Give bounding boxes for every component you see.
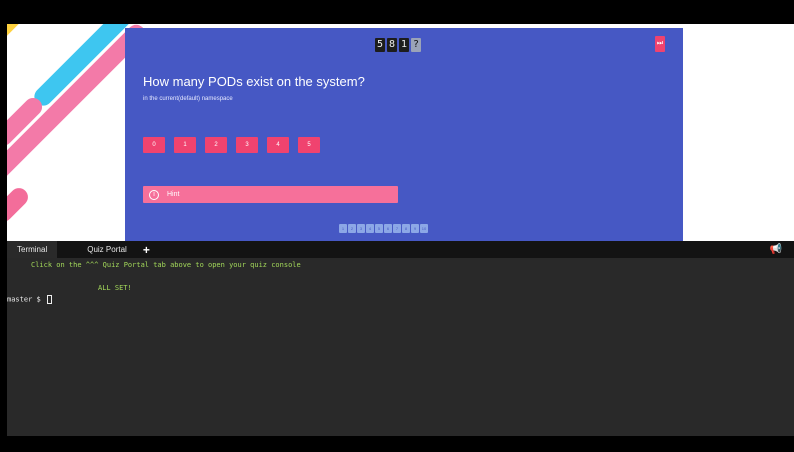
pager-item[interactable]: 10 [420, 224, 428, 233]
question-pager: 1 2 3 4 5 6 7 8 9 10 [339, 224, 428, 233]
hint-button[interactable]: i Hint [143, 186, 398, 203]
timer-digit: ? [411, 38, 421, 52]
pager-item[interactable]: 4 [366, 224, 374, 233]
answer-button-1[interactable]: 1 [174, 137, 196, 153]
info-icon: i [149, 189, 159, 200]
tab-quiz-portal[interactable]: Quiz Portal [57, 241, 137, 258]
timer-digit: 1 [399, 38, 409, 52]
terminal-status: ALL SET! [98, 284, 132, 292]
answer-button-5[interactable]: 5 [298, 137, 320, 153]
terminal-instruction: Click on the ^^^ Quiz Portal tab above t… [31, 261, 301, 269]
question-subtitle: in the current(default) namespace [143, 96, 233, 102]
decor-stripe [7, 24, 59, 70]
quiz-card: 5 8 1 ? ⏭ How many PODs exist on the sys… [125, 28, 683, 241]
hint-label: Hint [167, 191, 180, 198]
answer-button-3[interactable]: 3 [236, 137, 258, 153]
decor-stripe [7, 184, 32, 226]
terminal-window[interactable]: Click on the ^^^ Quiz Portal tab above t… [7, 258, 794, 436]
pager-item[interactable]: 7 [393, 224, 401, 233]
megaphone-icon[interactable]: 📢 [770, 241, 782, 258]
pager-item[interactable]: 1 [339, 224, 347, 233]
countdown-timer: 5 8 1 ? [375, 38, 421, 52]
screen: 5 8 1 ? ⏭ How many PODs exist on the sys… [0, 0, 794, 452]
terminal-tabbar: Terminal Quiz Portal + 📢 [7, 241, 794, 258]
tab-terminal[interactable]: Terminal [7, 241, 58, 258]
terminal-cursor[interactable] [46, 295, 52, 304]
skip-question-button[interactable]: ⏭ [655, 36, 665, 52]
prompt-text: master $ [7, 295, 45, 304]
answer-button-2[interactable]: 2 [205, 137, 227, 153]
pager-item[interactable]: 5 [375, 224, 383, 233]
answer-button-0[interactable]: 0 [143, 137, 165, 153]
timer-digit: 5 [375, 38, 385, 52]
pager-item[interactable]: 2 [348, 224, 356, 233]
answer-button-4[interactable]: 4 [267, 137, 289, 153]
pager-item[interactable]: 8 [402, 224, 410, 233]
pager-item[interactable]: 6 [384, 224, 392, 233]
pager-item[interactable]: 3 [357, 224, 365, 233]
timer-digit: 8 [387, 38, 397, 52]
question-text: How many PODs exist on the system? [143, 74, 365, 89]
terminal-prompt: master $ [7, 295, 52, 304]
pager-item[interactable]: 9 [411, 224, 419, 233]
answer-options: 0 1 2 3 4 5 [143, 137, 320, 153]
add-tab-icon[interactable]: + [143, 243, 150, 257]
